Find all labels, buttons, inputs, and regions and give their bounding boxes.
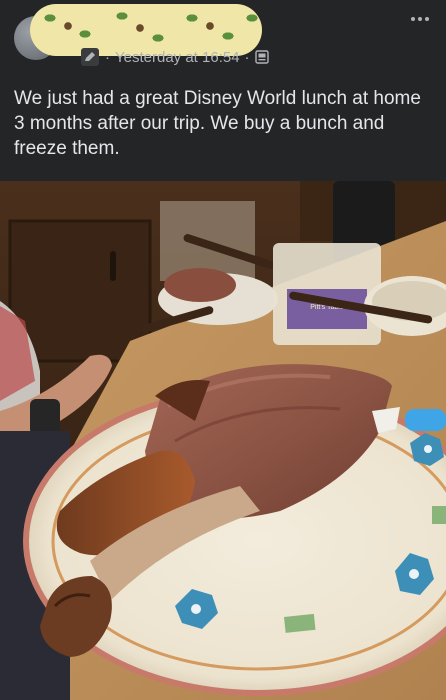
pencil-edit-icon (81, 48, 99, 66)
audience-icon[interactable] (254, 50, 269, 64)
post-meta: · Yesterday at 16:54 · (80, 46, 269, 68)
meta-separator-2: · (244, 48, 250, 66)
more-options-button[interactable] (408, 10, 432, 28)
meta-separator: · (105, 48, 110, 66)
post-timestamp[interactable]: Yesterday at 16:54 (115, 49, 240, 66)
post-photo[interactable]: Pitt's Table (0, 181, 446, 700)
more-horizontal-icon (411, 17, 415, 21)
post-text: We just had a great Disney World lunch a… (14, 88, 421, 159)
post-header: · Yesterday at 16:54 · (0, 0, 446, 78)
